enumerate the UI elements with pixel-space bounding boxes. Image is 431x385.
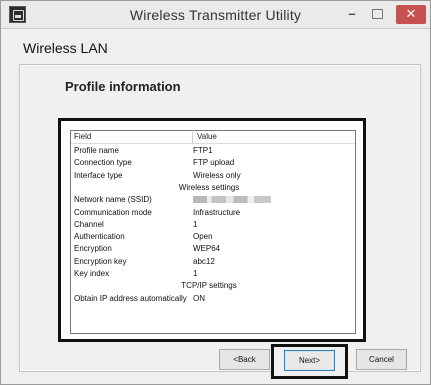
- field-label: Connection type: [74, 158, 132, 168]
- field-value: ON: [193, 293, 205, 303]
- highlight-frame-profile-list: Field Value Profile name FTP1 Connection t…: [58, 118, 366, 342]
- window-title: Wireless Transmitter Utility: [129, 7, 302, 23]
- column-header-field[interactable]: Field: [74, 132, 91, 141]
- list-header: Field Value: [71, 131, 355, 144]
- table-row[interactable]: Encryption WEP64: [71, 243, 347, 255]
- field-value: abc12: [193, 256, 215, 266]
- field-value: 1: [193, 269, 198, 278]
- field-value: FTP1: [193, 146, 213, 155]
- field-label: Obtain IP address automatically: [74, 293, 187, 303]
- field-label: Profile name: [74, 146, 119, 155]
- next-button[interactable]: Next>: [284, 350, 335, 371]
- field-label: Encryption key: [74, 256, 127, 266]
- redacted-blur: [193, 196, 271, 204]
- field-value: FTP upload: [193, 158, 235, 168]
- table-row[interactable]: Connection type FTP upload: [71, 157, 347, 169]
- title-bar[interactable]: Wireless Transmitter Utility – ✕: [1, 1, 430, 29]
- field-value: Infrastructure: [193, 207, 241, 217]
- table-row[interactable]: Encryption key abc12: [71, 256, 347, 268]
- table-row[interactable]: Key index 1: [71, 268, 347, 280]
- section-title: Wireless LAN: [23, 40, 108, 56]
- dialog-window: Wireless Transmitter Utility – ✕ Wireles…: [0, 0, 431, 385]
- field-label: Channel: [74, 219, 104, 229]
- back-button[interactable]: <Back: [219, 349, 270, 370]
- minimize-button[interactable]: –: [343, 5, 361, 24]
- field-value: Open: [193, 232, 213, 242]
- field-label: Communication mode: [74, 207, 152, 217]
- field-label: Network name (SSID): [74, 195, 152, 205]
- section-row[interactable]: TCP/IP settings: [71, 280, 347, 292]
- field-label: Authentication: [74, 232, 125, 242]
- column-header-value[interactable]: Value: [197, 132, 217, 141]
- field-value: Wireless only: [193, 170, 241, 180]
- profile-list[interactable]: Field Value Profile name FTP1 Connection t…: [70, 130, 356, 334]
- table-row[interactable]: Obtain IP address automatically ON: [71, 293, 347, 305]
- page-heading: Profile information: [65, 79, 181, 94]
- column-divider[interactable]: [192, 132, 193, 143]
- field-value: 1: [193, 219, 198, 229]
- field-label: Encryption: [74, 244, 112, 254]
- table-row[interactable]: Interface type Wireless only: [71, 170, 347, 182]
- section-label: TCP/IP settings: [181, 281, 237, 291]
- redacted-value: [193, 195, 271, 205]
- table-row[interactable]: Channel 1: [71, 219, 347, 231]
- close-button[interactable]: ✕: [396, 5, 426, 24]
- field-value: WEP64: [193, 244, 221, 254]
- table-row[interactable]: Authentication Open: [71, 231, 347, 243]
- section-label: Wireless settings: [178, 182, 240, 192]
- table-row[interactable]: Profile name FTP1: [71, 145, 347, 157]
- field-label: Key index: [74, 269, 110, 278]
- cancel-button[interactable]: Cancel: [356, 349, 407, 370]
- section-row[interactable]: Wireless settings: [71, 182, 347, 194]
- maximize-button[interactable]: [368, 5, 386, 24]
- table-row[interactable]: Network name (SSID): [71, 194, 347, 206]
- table-row[interactable]: Communication mode Infrastructure: [71, 207, 347, 219]
- field-label: Interface type: [74, 170, 123, 180]
